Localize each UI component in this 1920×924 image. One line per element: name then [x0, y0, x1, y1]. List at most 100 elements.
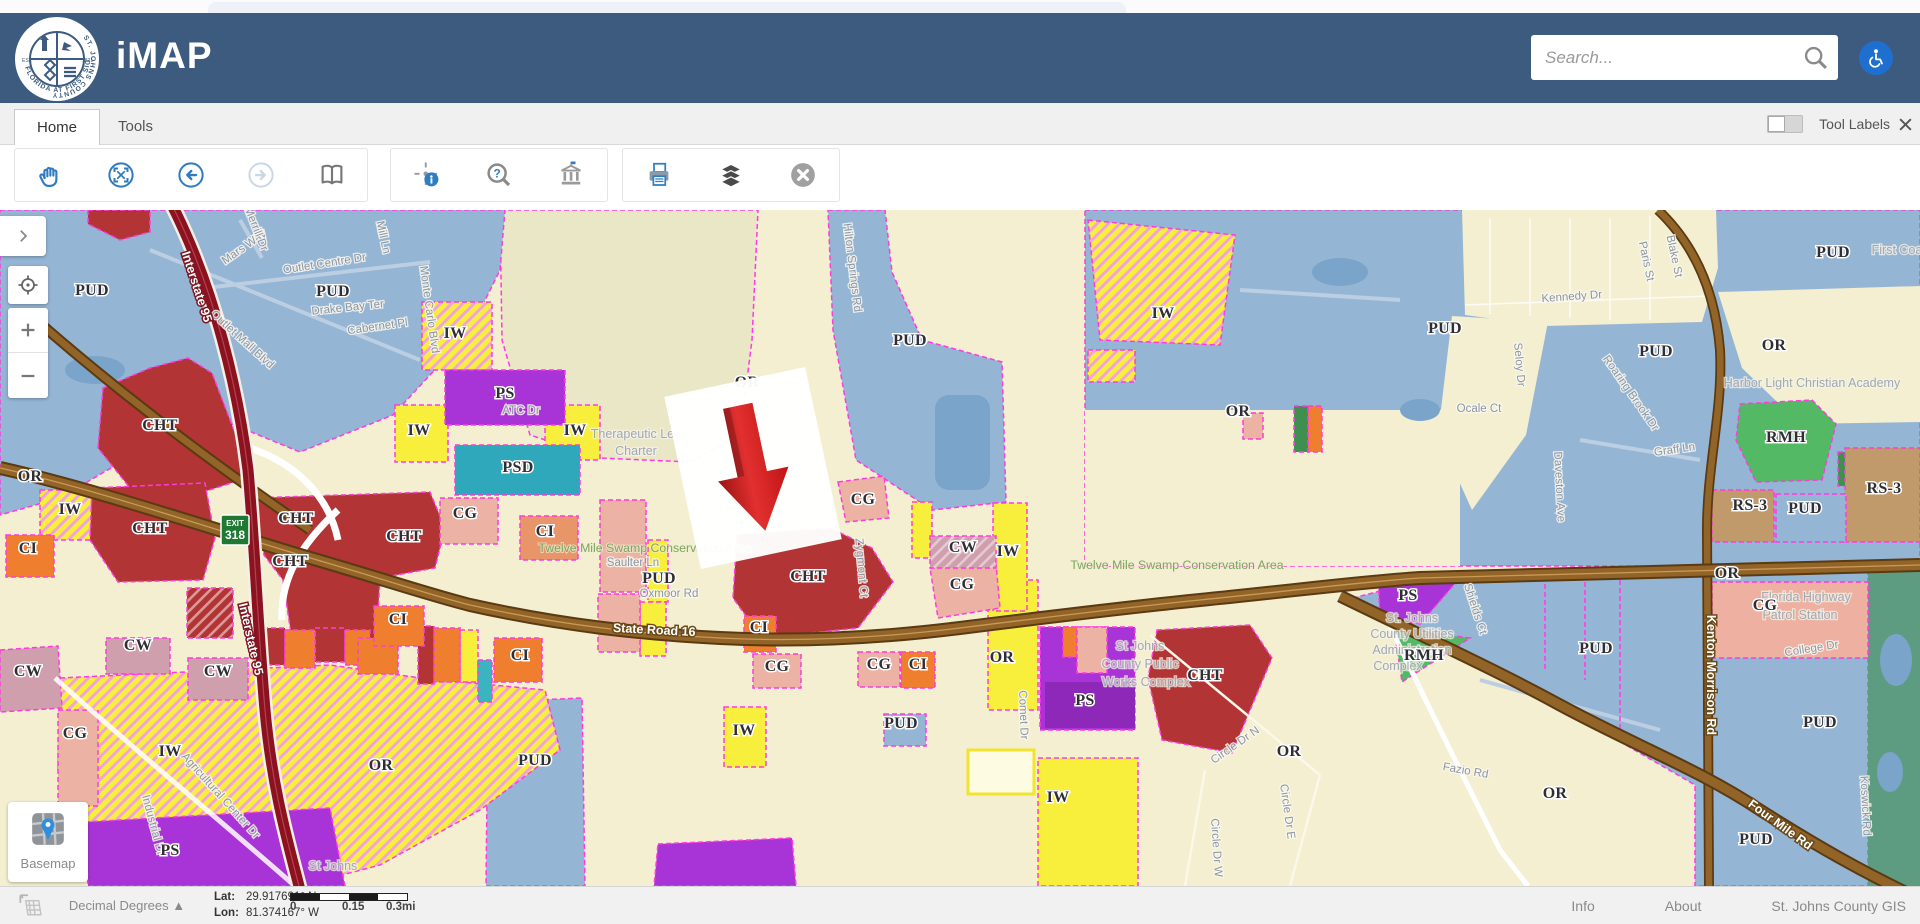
zoning-label: CHT [142, 417, 178, 434]
poi-label: Charter [615, 444, 657, 458]
map-viewport[interactable]: EXIT 318 Mars WayMerrill DrOutlet Centre… [0, 210, 1920, 886]
about-link[interactable]: About [1665, 898, 1702, 914]
zoning-label: OR [1226, 403, 1251, 420]
map-toolbar: ? [0, 145, 1920, 210]
zoning-label: OR [1762, 337, 1787, 354]
zoom-in-button[interactable] [8, 308, 48, 353]
svg-text:EST.: EST. [22, 58, 33, 64]
zoning-label: PUD [316, 283, 350, 300]
zoning-label: RS-3 [1867, 480, 1902, 497]
toolbar-group-query: ? [390, 148, 608, 202]
tool-labels-label: Tool Labels [1819, 116, 1890, 132]
close-icon[interactable] [1890, 103, 1920, 145]
map-canvas[interactable]: EXIT 318 Mars WayMerrill DrOutlet Centre… [0, 210, 1920, 886]
nav-forward-button[interactable] [238, 152, 284, 198]
zoning-label: IW [1047, 789, 1070, 806]
zoning-label: IW [564, 422, 587, 439]
zoning-label: RS-3 [1733, 497, 1768, 514]
zoning-label: CI [909, 656, 927, 673]
government-services-button[interactable] [548, 152, 594, 198]
print-button[interactable] [636, 152, 682, 198]
page-title: iMAP [116, 35, 213, 77]
tab-bar: Home Tools Tool Labels [0, 103, 1920, 145]
scale-bar: 0 0.15 0.3mi [290, 893, 410, 915]
street-label: Ocale Ct [1457, 403, 1503, 415]
accessibility-button[interactable] [1859, 41, 1893, 75]
zoning-label: PS [495, 385, 514, 402]
zoning-label: CI [750, 619, 768, 636]
plus-icon [17, 319, 39, 341]
street-label: Saulter Ln [607, 557, 659, 569]
layers-button[interactable] [708, 152, 754, 198]
coordinate-format-selector[interactable]: Decimal Degrees ▲ [52, 898, 202, 913]
identify-button[interactable] [404, 152, 450, 198]
zoning-label: PUD [518, 752, 552, 769]
zoning-label: CI [536, 523, 554, 540]
zoning-label: IW [59, 501, 82, 518]
sidebar-expander-button[interactable] [0, 216, 46, 256]
poi-label: St Johns [309, 859, 358, 873]
zoning-label: CG [867, 656, 892, 673]
poi-label: First Coa [1872, 243, 1920, 257]
poi-label: Harbor Light Christian Academy [1724, 376, 1901, 390]
zoning-label: CI [389, 611, 407, 628]
toolbar-group-output [622, 148, 840, 202]
locate-button[interactable] [8, 266, 48, 304]
svg-text:?: ? [494, 167, 501, 181]
zoning-label: PUD [893, 332, 927, 349]
street-label: Oxmoor Rd [640, 588, 699, 600]
coordinates-icon[interactable] [16, 892, 42, 918]
bookmarks-button[interactable] [309, 152, 355, 198]
zoning-label: OR [1277, 743, 1302, 760]
svg-text:EXIT: EXIT [226, 519, 244, 528]
pan-hand-button[interactable] [27, 152, 73, 198]
conservation-area-label: Twelve Mile Swamp Conservation Area [1070, 558, 1283, 572]
wheelchair-icon [1865, 47, 1887, 69]
zoning-label: IW [733, 722, 756, 739]
search-box[interactable] [1531, 35, 1838, 80]
nav-back-button[interactable] [168, 152, 214, 198]
street-label: ATC Dr [502, 405, 540, 417]
county-seal-logo: ST. JOHNS COUNTY FLORIDA AT FIRST SIGHT … [14, 16, 100, 102]
basemap-label: Basemap [8, 856, 88, 871]
zoning-label: PUD [1639, 343, 1673, 360]
zoning-label: PUD [884, 715, 918, 732]
road-label: Kenton Morrison Rd [1704, 615, 1718, 735]
locate-icon [16, 273, 40, 297]
zoom-out-button[interactable] [8, 353, 48, 398]
poi-label: St Johns [1116, 639, 1165, 653]
chevron-right-icon [14, 227, 32, 245]
zoning-label: PUD [1788, 500, 1822, 517]
zoning-label: PUD [75, 282, 109, 299]
search-input[interactable] [1531, 35, 1802, 80]
gis-credit: St. Johns County GIS [1771, 898, 1906, 914]
zoning-label: PUD [642, 570, 676, 587]
zoning-label: PUD [1803, 714, 1837, 731]
zoning-label: CW [949, 539, 977, 556]
street-label: Comet Dr [1016, 690, 1030, 740]
zoning-label: OR [1543, 785, 1568, 802]
search-icon[interactable] [1802, 44, 1830, 72]
tab-tools[interactable]: Tools [96, 109, 175, 146]
zoning-label: CHT [1187, 667, 1223, 684]
query-search-button[interactable]: ? [476, 152, 522, 198]
tool-labels-toggle[interactable] [1767, 115, 1803, 133]
basemap-button[interactable]: Basemap [8, 802, 88, 882]
clear-selection-button[interactable] [780, 152, 826, 198]
poi-label: County Public [1101, 657, 1178, 671]
zoning-label: CHT [132, 520, 168, 537]
poi-label: Works Complex [1102, 675, 1191, 689]
info-link[interactable]: Info [1571, 898, 1594, 914]
tab-home[interactable]: Home [14, 109, 100, 146]
zoning-label: CG [1753, 597, 1778, 614]
zoom-extent-button[interactable] [98, 152, 144, 198]
zoning-label: PSD [502, 459, 533, 476]
zoning-label: OR [18, 468, 43, 485]
zoning-label: IW [1152, 305, 1175, 322]
zoning-label: IW [408, 422, 431, 439]
basemap-icon [28, 809, 68, 849]
zoning-label: CW [14, 663, 42, 680]
zoning-label: CG [453, 505, 478, 522]
poi-label: Therapeutic Lear [591, 427, 686, 441]
zoning-label: IW [997, 543, 1020, 560]
